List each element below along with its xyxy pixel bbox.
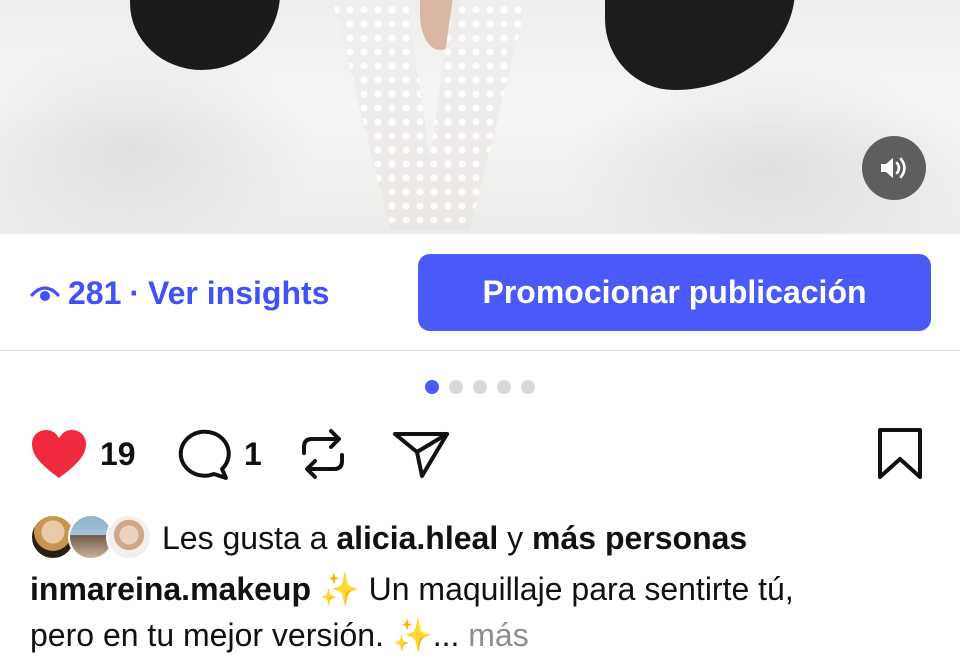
caption-text-line-2: pero en tu mejor versión. [30,617,384,653]
avatar [106,514,152,560]
insights-label: Ver insights [148,274,330,311]
sparkles-emoji: ✨ [319,571,360,607]
comments-count: 1 [244,435,262,472]
caption-more-link[interactable]: más [468,617,528,653]
comment-bubble-icon [178,429,231,480]
likes-count: 19 [100,435,136,472]
heart-filled-icon [32,430,86,478]
views-count: 281 [68,274,122,311]
liked-by-others[interactable]: más personas [532,520,747,556]
post-caption: inmareina.makeup ✨ Un maquillaje para se… [30,566,940,658]
carousel-dot [449,380,463,394]
liked-by-user[interactable]: alicia.hleal [336,520,498,556]
send-icon [393,432,449,478]
carousel-dot-active [425,380,439,394]
media-background-fold [0,40,320,234]
sound-toggle-button[interactable] [862,136,926,200]
save-button[interactable] [876,424,924,484]
post-media[interactable] [0,0,960,234]
sparkles-emoji: ✨ [392,617,433,653]
comment-button[interactable]: 1 [176,424,262,484]
bookmark-icon [878,428,922,479]
carousel-dot [521,380,535,394]
view-insights-link[interactable]: 281 · Ver insights [30,270,329,316]
liked-by-prefix: Les gusta a [162,519,328,556]
promote-post-button[interactable]: Promocionar publicación [418,254,931,331]
liked-by-connector: y [507,519,524,556]
caption-line-1: inmareina.makeup ✨ Un maquillaje para se… [30,566,940,612]
liked-by-avatars [30,512,156,564]
carousel-indicator [0,380,960,394]
liked-by-text: Les gusta a alicia.hleal y más personas [162,520,747,557]
repost-button[interactable] [298,424,348,484]
caption-line-2: pero en tu mejor versión. ✨... más [30,612,940,658]
views-separator: · [129,274,141,311]
carousel-dot [473,380,487,394]
like-button[interactable]: 19 [30,424,136,484]
caption-username[interactable]: inmareina.makeup [30,571,311,607]
eye-icon [30,286,60,301]
caption-text-line-1: Un maquillaje para sentirte tú, [368,571,794,607]
caption-ellipsis: ... [432,617,460,653]
liked-by-row[interactable]: Les gusta a alicia.hleal y más personas [30,512,747,564]
share-button[interactable] [392,424,450,484]
repost-icon [302,429,344,479]
carousel-dot [497,380,511,394]
speaker-on-icon [881,157,906,179]
post-actions: 19 1 [0,424,960,484]
